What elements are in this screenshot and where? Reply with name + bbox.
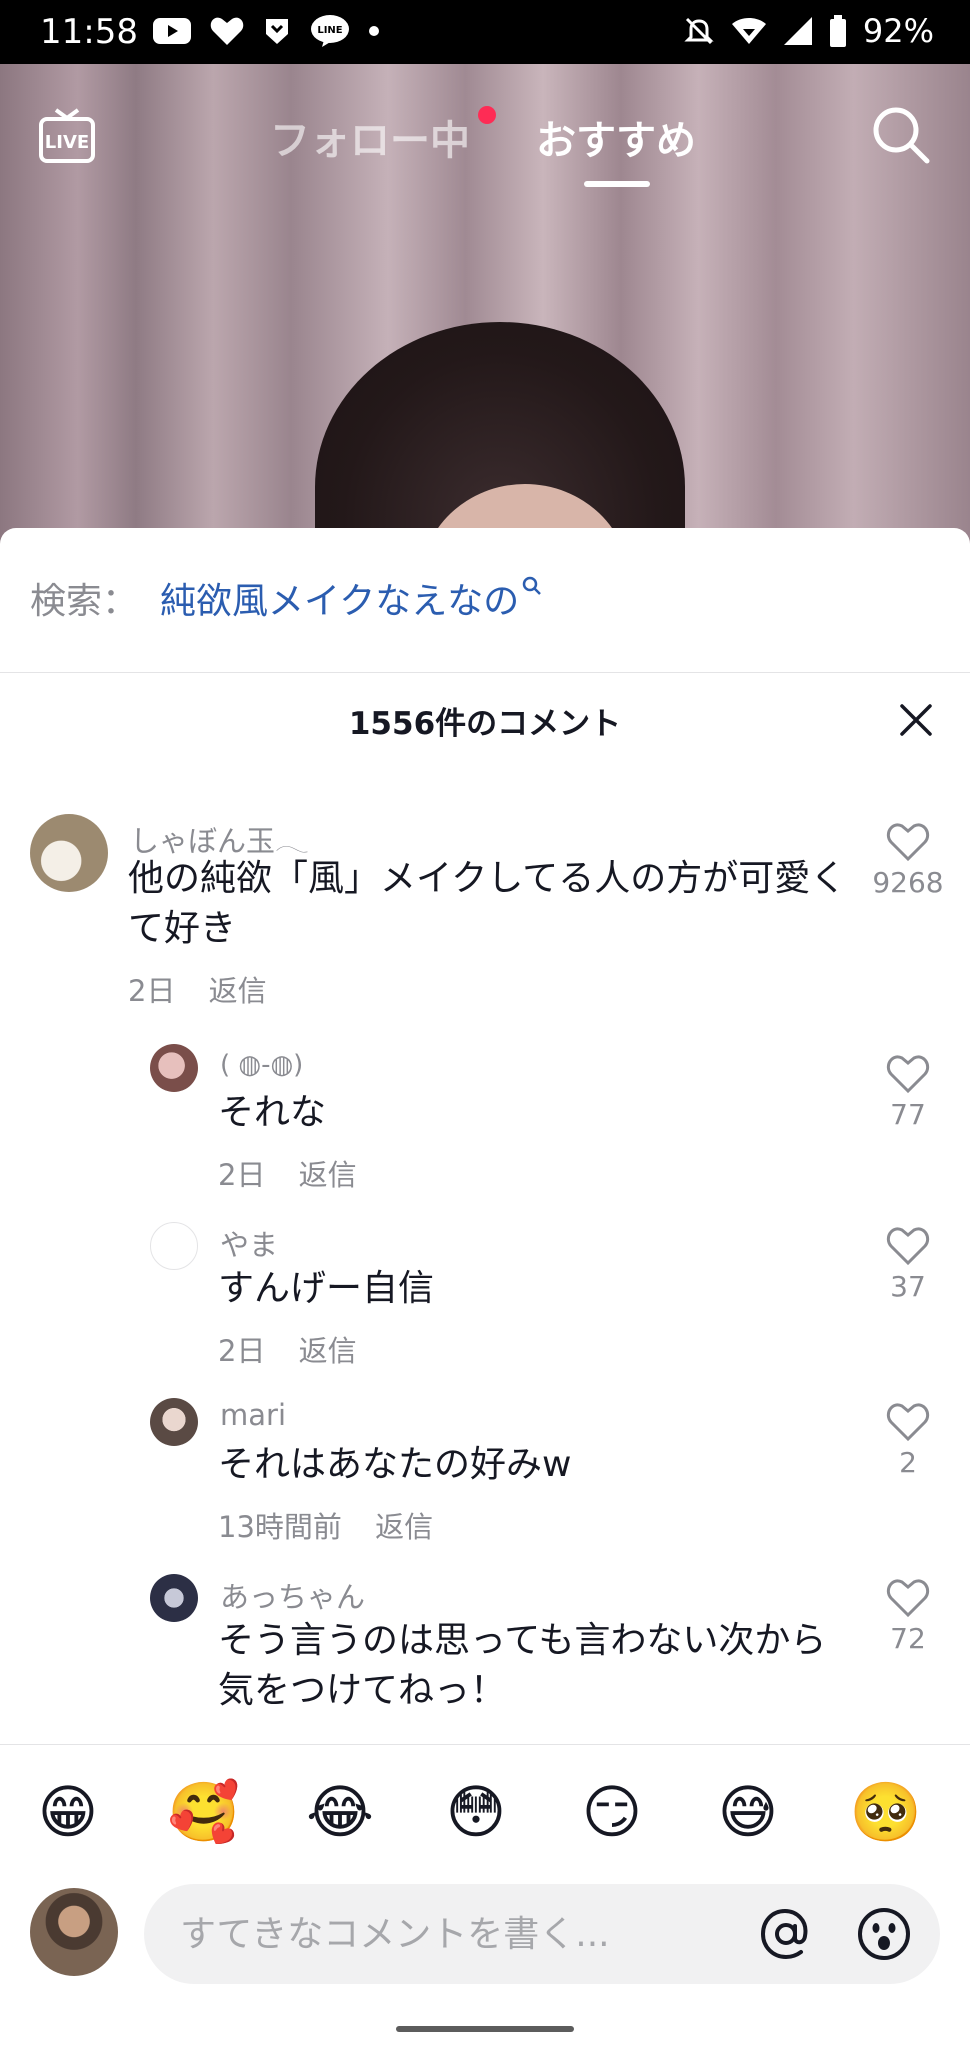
system-icons: 92% (683, 12, 934, 50)
comment-text: そう言うのは思っても言わない次から気をつけてねっ！ (218, 1620, 827, 1711)
emoji-pleading[interactable]: 🥺 (846, 1772, 926, 1852)
top-nav: LIVE フォロー中 おすすめ (0, 64, 970, 204)
like-button[interactable]: 77 (870, 1054, 946, 1131)
avatar[interactable] (150, 1222, 198, 1270)
line-icon: LINE (311, 15, 349, 47)
tab-for-you[interactable]: おすすめ (536, 108, 696, 166)
signal-icon (783, 17, 812, 45)
battery-percent: 92% (862, 12, 934, 50)
like-count: 37 (890, 1270, 926, 1303)
related-search-query[interactable]: 純欲風メイクなえなの (160, 572, 519, 624)
comment-username[interactable]: mari (220, 1398, 286, 1432)
comment-composer (0, 1884, 970, 1988)
heart-notification-icon (210, 17, 244, 45)
reply-button[interactable]: 返信 (299, 1158, 357, 1192)
heart-outline-icon[interactable] (886, 1054, 930, 1094)
my-avatar[interactable] (30, 1888, 118, 1976)
home-indicator[interactable] (396, 2026, 574, 2032)
like-button[interactable]: 9268 (870, 822, 946, 899)
comment-meta: 2日 返信 (218, 1328, 381, 1370)
emoji-smirk[interactable]: 😏 (572, 1772, 652, 1852)
comment-time: 13時間前 (218, 1510, 342, 1544)
comment-text: すんげー自信 (218, 1268, 435, 1309)
comment-meta: 2日 返信 (128, 968, 291, 1010)
youtube-icon (153, 18, 191, 44)
tab-following[interactable]: フォロー中 (270, 108, 470, 166)
app-notification-icon (266, 19, 288, 44)
comment-username[interactable]: やま (220, 1222, 278, 1264)
dot-icon (369, 26, 379, 36)
notification-icons: LINE (152, 14, 380, 48)
reply-button[interactable]: 返信 (375, 1510, 433, 1544)
like-button[interactable]: 37 (870, 1226, 946, 1303)
comment-count-title: 1556件のコメント (348, 706, 622, 742)
related-search-prefix: 検索： (30, 581, 139, 622)
comment-username[interactable]: ( ◍-◍) (220, 1050, 303, 1080)
emoji-joy[interactable]: 😂 (300, 1772, 380, 1852)
status-time: 11:58 (40, 12, 138, 52)
comment-text: 他の純欲「風」メイクしてる人の方が可愛くて好き (128, 858, 847, 949)
related-search[interactable]: 検索： 純欲風メイクなえなの (30, 572, 543, 624)
status-bar: 11:58 LINE 92% (0, 0, 970, 64)
avatar[interactable] (150, 1044, 198, 1092)
like-count: 2 (899, 1446, 917, 1479)
emoji-smiling-hearts[interactable]: 🥰 (164, 1772, 244, 1852)
following-notification-dot (478, 106, 496, 124)
heart-outline-icon[interactable] (886, 822, 930, 862)
live-icon[interactable]: LIVE (38, 106, 96, 164)
video-background[interactable]: LIVE フォロー中 おすすめ (0, 64, 970, 544)
avatar[interactable] (30, 814, 108, 892)
comment-meta: 2日 返信 (218, 1152, 381, 1194)
heart-outline-icon[interactable] (886, 1578, 930, 1618)
wifi-icon (731, 18, 766, 44)
like-count: 9268 (872, 866, 944, 899)
comment-time: 2日 (218, 1334, 266, 1368)
emoji-grin[interactable]: 😁 (28, 1772, 108, 1852)
like-count: 72 (890, 1622, 926, 1655)
comment-input[interactable] (144, 1884, 940, 1984)
comment-meta: 13時間前 返信 (218, 1504, 457, 1546)
comment-time: 2日 (218, 1158, 266, 1192)
search-icon[interactable] (870, 104, 932, 166)
heart-outline-icon[interactable] (886, 1226, 930, 1266)
mention-icon[interactable] (758, 1906, 814, 1962)
quick-emoji-bar: 😁 🥰 😂 😳 😏 😅 🥺 (0, 1772, 970, 1852)
like-button[interactable]: 2 (870, 1402, 946, 1479)
live-label: LIVE (45, 132, 89, 153)
reply-button[interactable]: 返信 (209, 974, 267, 1008)
comment-text: それはあなたの好みw (218, 1444, 572, 1485)
battery-icon (829, 15, 846, 47)
emoji-flushed[interactable]: 😳 (436, 1772, 516, 1852)
search-small-icon (523, 576, 542, 595)
mute-notification-icon (684, 17, 714, 45)
avatar[interactable] (150, 1574, 198, 1622)
divider (0, 1744, 970, 1745)
comment-username[interactable]: あっちゃん (220, 1574, 365, 1616)
close-icon[interactable] (896, 700, 936, 740)
reply-button[interactable]: 返信 (299, 1334, 357, 1368)
active-tab-indicator (584, 181, 650, 187)
comment-time: 2日 (128, 974, 176, 1008)
like-count: 77 (890, 1098, 926, 1131)
like-button[interactable]: 72 (870, 1578, 946, 1655)
avatar[interactable] (150, 1398, 198, 1446)
heart-outline-icon[interactable] (886, 1402, 930, 1442)
comment-text: それな (218, 1092, 327, 1133)
divider (0, 672, 970, 673)
emoji-picker-icon[interactable] (856, 1906, 912, 1962)
emoji-sweat-smile[interactable]: 😅 (708, 1772, 788, 1852)
svg-text:LINE: LINE (317, 25, 342, 36)
